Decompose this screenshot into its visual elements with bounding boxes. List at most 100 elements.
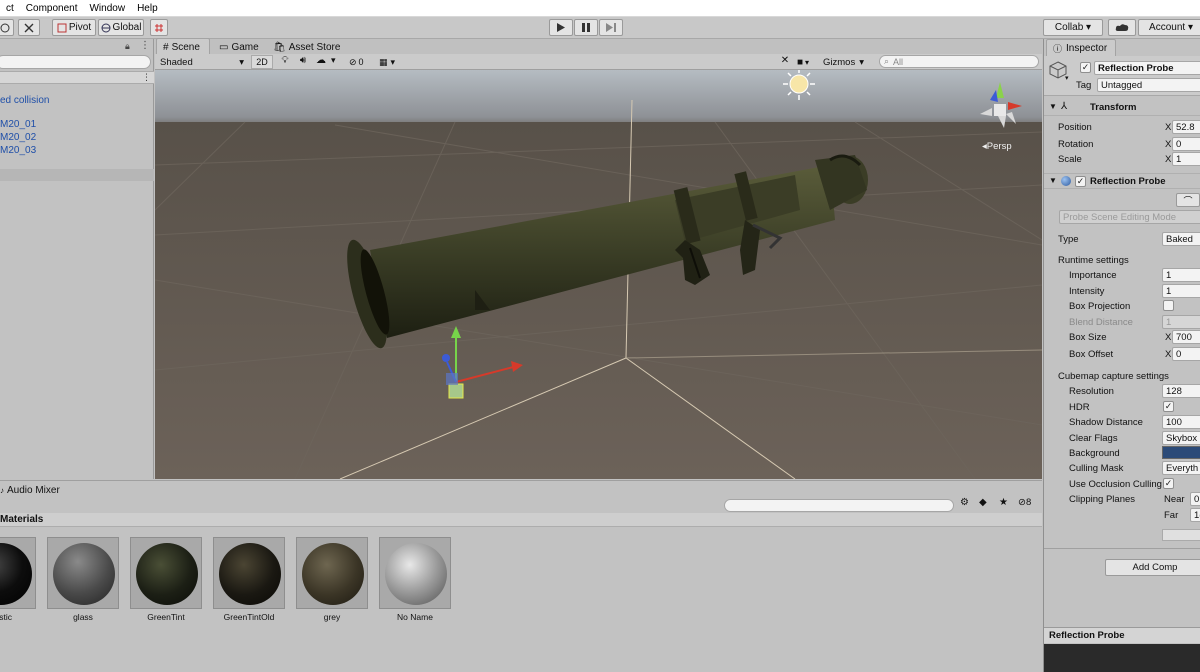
- grid-toggle[interactable]: ▦ ▾: [379, 55, 407, 69]
- material-thumbnail[interactable]: [213, 537, 285, 609]
- icon-dropdown-icon[interactable]: ▾: [1065, 74, 1069, 82]
- preview-header[interactable]: Reflection Probe: [1044, 627, 1200, 643]
- cubemap-settings-heading: Cubemap capture settings: [1058, 371, 1169, 382]
- scale-x-field[interactable]: 1: [1172, 152, 1200, 166]
- globe-icon: [101, 23, 111, 32]
- effects-dropdown-icon[interactable]: ▾: [331, 55, 343, 69]
- collab-dropdown[interactable]: Collab ▾: [1043, 19, 1103, 36]
- box-offset-x-field[interactable]: 0: [1172, 347, 1200, 361]
- filter-by-label-icon[interactable]: ◆: [979, 497, 987, 508]
- hierarchy-item[interactable]: M20_01: [0, 119, 36, 130]
- hdr-label: HDR: [1069, 402, 1090, 413]
- rotation-x-field[interactable]: 0: [1172, 137, 1200, 151]
- tab-inspector[interactable]: ⓘ Inspector: [1046, 39, 1116, 57]
- foldout-arrow-icon[interactable]: ▼: [1049, 176, 1057, 185]
- add-component-label: Add Comp: [1132, 562, 1178, 573]
- breadcrumb[interactable]: Materials: [0, 513, 1042, 527]
- menu-help[interactable]: Help: [131, 3, 164, 14]
- far-field[interactable]: 1(: [1190, 508, 1200, 522]
- scene-header-row[interactable]: ⋮: [0, 71, 154, 84]
- tab-game-label: Game: [231, 41, 259, 53]
- menu-component[interactable]: Component: [20, 3, 84, 14]
- preview-title: Reflection Probe: [1049, 630, 1125, 641]
- material-thumbnail[interactable]: [379, 537, 451, 609]
- foldout-arrow-icon[interactable]: ▼: [1049, 102, 1057, 111]
- clear-flags-dropdown[interactable]: Skybox: [1162, 431, 1200, 445]
- tag-dropdown[interactable]: Untagged: [1097, 78, 1200, 92]
- type-dropdown[interactable]: Baked: [1162, 232, 1200, 246]
- near-field[interactable]: 0: [1190, 492, 1200, 506]
- material-thumbnail[interactable]: [47, 537, 119, 609]
- gizmos-dropdown[interactable]: Gizmos ▾: [823, 55, 875, 69]
- breadcrumb-folder[interactable]: Materials: [0, 514, 43, 525]
- intensity-field[interactable]: 1: [1162, 284, 1200, 298]
- hierarchy-item[interactable]: M20_02: [0, 132, 36, 143]
- add-component-button[interactable]: Add Comp: [1105, 559, 1200, 576]
- reflection-probe-header[interactable]: ▼ ✓ Reflection Probe: [1044, 173, 1200, 189]
- culling-mask-dropdown[interactable]: Everyth: [1162, 461, 1200, 475]
- shadow-distance-field[interactable]: 100: [1162, 415, 1200, 429]
- toggle-2d-button[interactable]: 2D: [251, 55, 273, 69]
- importance-field[interactable]: 1: [1162, 268, 1200, 282]
- background-color-swatch[interactable]: [1162, 446, 1200, 459]
- occlusion-culling-checkbox[interactable]: ✓: [1163, 478, 1174, 489]
- audio-toggle-icon[interactable]: 🔊︎: [295, 55, 311, 69]
- material-thumbnail[interactable]: [296, 537, 368, 609]
- runtime-settings-heading: Runtime settings: [1058, 255, 1129, 266]
- preview-area: [1044, 644, 1200, 672]
- tab-audio-mixer[interactable]: ♪ Audio Mixer: [0, 483, 60, 497]
- favorite-star-icon[interactable]: ★: [999, 497, 1008, 508]
- account-label: Account ▾: [1149, 22, 1193, 33]
- camera-settings-icon[interactable]: ■ ▾: [797, 55, 823, 69]
- box-projection-checkbox[interactable]: [1163, 300, 1174, 311]
- lighting-toggle-icon[interactable]: 💡︎: [277, 55, 293, 69]
- project-search-input[interactable]: [724, 499, 954, 512]
- transform-tool-icon[interactable]: [18, 19, 40, 36]
- global-toggle[interactable]: Global: [98, 19, 144, 36]
- probe-bake-button[interactable]: [1162, 529, 1200, 541]
- lock-icon[interactable]: 🔒︎: [125, 41, 130, 52]
- box-size-x-field[interactable]: 700: [1172, 330, 1200, 344]
- scene-viewport[interactable]: ◂Persp: [155, 70, 1042, 479]
- hidden-packages-toggle[interactable]: ⊘ 8: [1018, 497, 1031, 508]
- pivot-toggle[interactable]: Pivot: [52, 19, 96, 36]
- component-enabled-checkbox[interactable]: ✓: [1075, 176, 1086, 187]
- account-dropdown[interactable]: Account ▾: [1138, 19, 1200, 36]
- material-thumbnail[interactable]: [130, 537, 202, 609]
- tools-settings-icon[interactable]: ✕: [777, 55, 793, 69]
- cloud-icon[interactable]: [1108, 19, 1136, 36]
- hdr-checkbox[interactable]: ✓: [1163, 401, 1174, 412]
- hidden-objects-toggle[interactable]: ⊘ 0: [349, 55, 373, 69]
- clear-flags-label: Clear Flags: [1069, 433, 1118, 444]
- shading-mode-dropdown[interactable]: Shaded ▾: [157, 55, 247, 69]
- material-thumbnail[interactable]: [0, 537, 36, 609]
- rect-tool-icon[interactable]: [0, 19, 14, 36]
- panel-menu-icon[interactable]: ⋮: [140, 40, 150, 51]
- persp-text: Persp: [986, 141, 1012, 152]
- asset-store-icon: 🛍︎: [273, 41, 286, 53]
- filter-by-type-icon[interactable]: ⚙︎: [960, 497, 969, 508]
- x-label: X: [1165, 349, 1172, 360]
- menu-window[interactable]: Window: [83, 3, 131, 14]
- hierarchy-selected-row[interactable]: [0, 169, 154, 181]
- transform-header[interactable]: ▼ ⅄ Transform: [1044, 100, 1200, 116]
- hierarchy-item[interactable]: M20_03: [0, 145, 36, 156]
- position-x-field[interactable]: 52.8: [1172, 120, 1200, 134]
- pause-button[interactable]: [574, 19, 598, 36]
- active-checkbox[interactable]: ✓: [1080, 62, 1091, 73]
- scene-menu-icon[interactable]: ⋮: [142, 72, 151, 83]
- effects-toggle-icon[interactable]: ☁︎: [313, 55, 329, 69]
- object-name-field[interactable]: Reflection Probe: [1094, 61, 1200, 75]
- hierarchy-search-input[interactable]: [0, 55, 151, 69]
- edit-bounds-button[interactable]: ⌒: [1176, 193, 1200, 207]
- type-label: Type: [1058, 234, 1079, 245]
- scene-search-input[interactable]: ⌕ All: [879, 55, 1039, 68]
- play-button[interactable]: [549, 19, 573, 36]
- persp-label[interactable]: ◂Persp: [982, 141, 1012, 152]
- menu-edit-project[interactable]: ct: [0, 3, 20, 14]
- hierarchy-item[interactable]: ed collision: [0, 95, 49, 106]
- resolution-dropdown[interactable]: 128: [1162, 384, 1200, 398]
- grid-snap-icon[interactable]: [150, 19, 168, 36]
- audio-mixer-icon: ♪: [0, 485, 4, 495]
- step-button[interactable]: [599, 19, 623, 36]
